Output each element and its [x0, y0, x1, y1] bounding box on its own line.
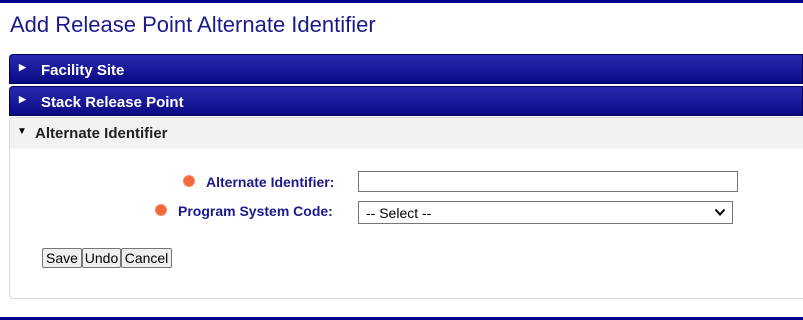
- cancel-button[interactable]: Cancel: [121, 248, 172, 268]
- save-button[interactable]: Save: [42, 248, 82, 268]
- alternate-identifier-section-label: Alternate Identifier: [35, 125, 168, 142]
- program-system-code-selected-value: -- Select --: [366, 205, 432, 221]
- top-border: [0, 0, 803, 3]
- alternate-identifier-input[interactable]: [358, 171, 738, 192]
- caret-right-icon: ▶: [19, 94, 26, 104]
- facility-site-panel-header[interactable]: ▶ Facility Site: [9, 54, 803, 84]
- facility-site-label: Facility Site: [41, 62, 125, 79]
- alternate-identifier-label: Alternate Identifier:: [206, 174, 335, 190]
- program-system-code-select[interactable]: -- Select --: [358, 201, 733, 224]
- chevron-down-icon: [714, 208, 726, 216]
- page-title: Add Release Point Alternate Identifier: [10, 12, 376, 37]
- stack-release-point-label: Stack Release Point: [41, 94, 184, 111]
- undo-button[interactable]: Undo: [82, 248, 121, 268]
- caret-right-icon: ▶: [19, 62, 26, 72]
- program-system-code-label: Program System Code:: [178, 203, 333, 219]
- alternate-identifier-section-header[interactable]: ▼ Alternate Identifier: [10, 118, 803, 149]
- caret-down-icon: ▼: [17, 126, 27, 137]
- stack-release-point-panel-header[interactable]: ▶ Stack Release Point: [9, 86, 803, 116]
- required-icon: [156, 205, 166, 215]
- required-icon: [184, 176, 194, 186]
